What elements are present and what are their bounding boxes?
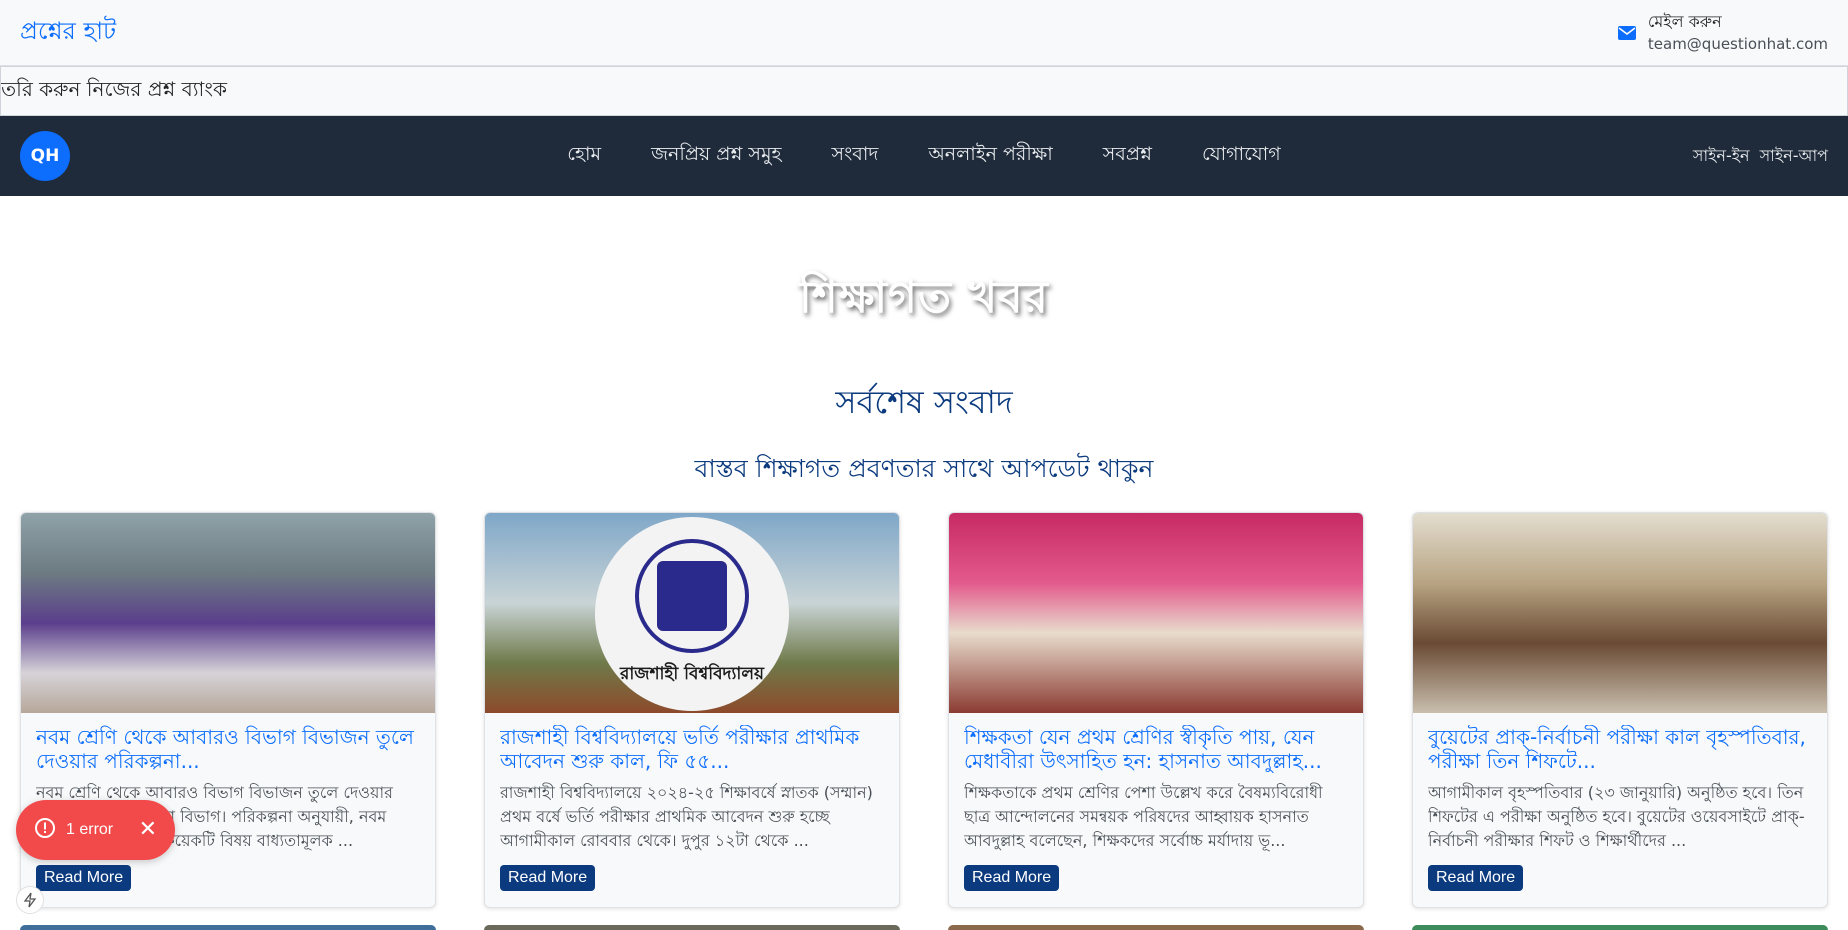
news-card-title[interactable]: রাজশাহী বিশ্ববিদ্যালয়ে ভর্তি পরীক্ষার প… [500, 725, 884, 773]
read-more-button[interactable]: Read More [36, 865, 132, 891]
news-card-title[interactable]: নবম শ্রেণি থেকে আবারও বিভাগ বিভাজন তুলে … [36, 725, 420, 773]
seal-emblem-icon [635, 539, 749, 653]
next-card-peek [1412, 925, 1828, 930]
seal-caption: রাজশাহী বিশ্ববিদ্যালয় [619, 664, 765, 684]
news-card-image[interactable]: রাজশাহী বিশ্ববিদ্যালয় [485, 513, 899, 713]
top-header: প্রশ্নের হাট মেইল করুন team@questionhat.… [0, 0, 1848, 66]
news-card-image[interactable] [949, 513, 1363, 713]
news-card-title[interactable]: শিক্ষকতা যেন প্রথম শ্রেণির স্বীকৃতি পায়… [964, 725, 1348, 773]
nav-item-popular-questions[interactable]: জনপ্রিয় প্রশ্ন সমুহ [651, 140, 781, 172]
auth-links: সাইন-ইন সাইন-আপ [1693, 143, 1828, 170]
nav-item-all-questions[interactable]: সবপ্রশ্ন [1103, 140, 1152, 172]
next-card-peek [484, 925, 900, 930]
section-subtitle: বাস্তব শিক্ষাগত প্রবণতার সাথে আপডেট থাকু… [694, 454, 1154, 483]
news-card-excerpt: রাজশাহী বিশ্ববিদ্যালয়ে ২০২৪-২৫ শিক্ষাবর… [500, 783, 873, 850]
mail-contact: মেইল করুন team@questionhat.com [1616, 11, 1828, 55]
nav-item-home[interactable]: হোম [567, 140, 601, 172]
read-more-button[interactable]: Read More [1428, 865, 1524, 891]
university-seal: রাজশাহী বিশ্ববিদ্যালয় [595, 517, 789, 711]
lightning-icon[interactable] [16, 886, 44, 914]
news-card: রাজশাহী বিশ্ববিদ্যালয় রাজশাহী বিশ্ববিদ্… [484, 512, 900, 908]
close-icon[interactable]: ✕ [139, 819, 157, 841]
mail-label: মেইল করুন [1647, 11, 1722, 31]
error-count: 1 error [66, 821, 114, 838]
news-card: শিক্ষকতা যেন প্রথম শ্রেণির স্বীকৃতি পায়… [948, 512, 1364, 908]
news-card-image[interactable] [21, 513, 435, 713]
news-cards: নবম শ্রেণি থেকে আবারও বিভাগ বিভাজন তুলে … [0, 512, 1848, 908]
read-more-button[interactable]: Read More [964, 865, 1060, 891]
news-card-image[interactable] [1413, 513, 1827, 713]
news-card-excerpt: শিক্ষকতাকে প্রথম শ্রেণির পেশা উল্লেখ করে… [964, 783, 1323, 850]
section-title: সর্বশেষ সংবাদ [835, 383, 1013, 421]
envelope-icon [1616, 22, 1638, 44]
next-card-peek [948, 925, 1364, 930]
next-card-peek [20, 925, 436, 930]
nav-item-news[interactable]: সংবাদ [832, 140, 879, 172]
sign-up-link[interactable]: সাইন-আপ [1760, 143, 1828, 170]
mail-email[interactable]: team@questionhat.com [1648, 33, 1828, 55]
announcement-marquee: তৈরি করুন নিজের প্রশ্ন ব্যাংক [0, 66, 1848, 116]
read-more-button[interactable]: Read More [500, 865, 596, 891]
site-logo[interactable]: QH [20, 131, 70, 181]
error-toast[interactable]: 1 error ✕ [16, 800, 175, 860]
site-brand[interactable]: প্রশ্নের হাট [20, 13, 116, 53]
main-navbar: QH হোম জনপ্রিয় প্রশ্ন সমুহ সংবাদ অনলাইন… [0, 116, 1848, 196]
page-title: শিক্ষাগত খবর [799, 272, 1049, 323]
sign-in-link[interactable]: সাইন-ইন [1693, 143, 1750, 170]
nav-links: হোম জনপ্রিয় প্রশ্ন সমুহ সংবাদ অনলাইন পর… [0, 140, 1848, 172]
alert-circle-icon [34, 817, 56, 843]
news-card-title[interactable]: বুয়েটের প্রাক্-নির্বাচনী পরীক্ষা কাল বৃ… [1428, 725, 1812, 773]
marquee-text: তৈরি করুন নিজের প্রশ্ন ব্যাংক [0, 76, 227, 101]
news-card-excerpt: আগামীকাল বৃহস্পতিবার (২৩ জানুয়ারি) অনুষ… [1428, 783, 1805, 850]
nav-item-contact[interactable]: যোগাযোগ [1202, 140, 1281, 172]
news-card: বুয়েটের প্রাক্-নির্বাচনী পরীক্ষা কাল বৃ… [1412, 512, 1828, 908]
nav-item-online-exam[interactable]: অনলাইন পরীক্ষা [928, 140, 1052, 172]
